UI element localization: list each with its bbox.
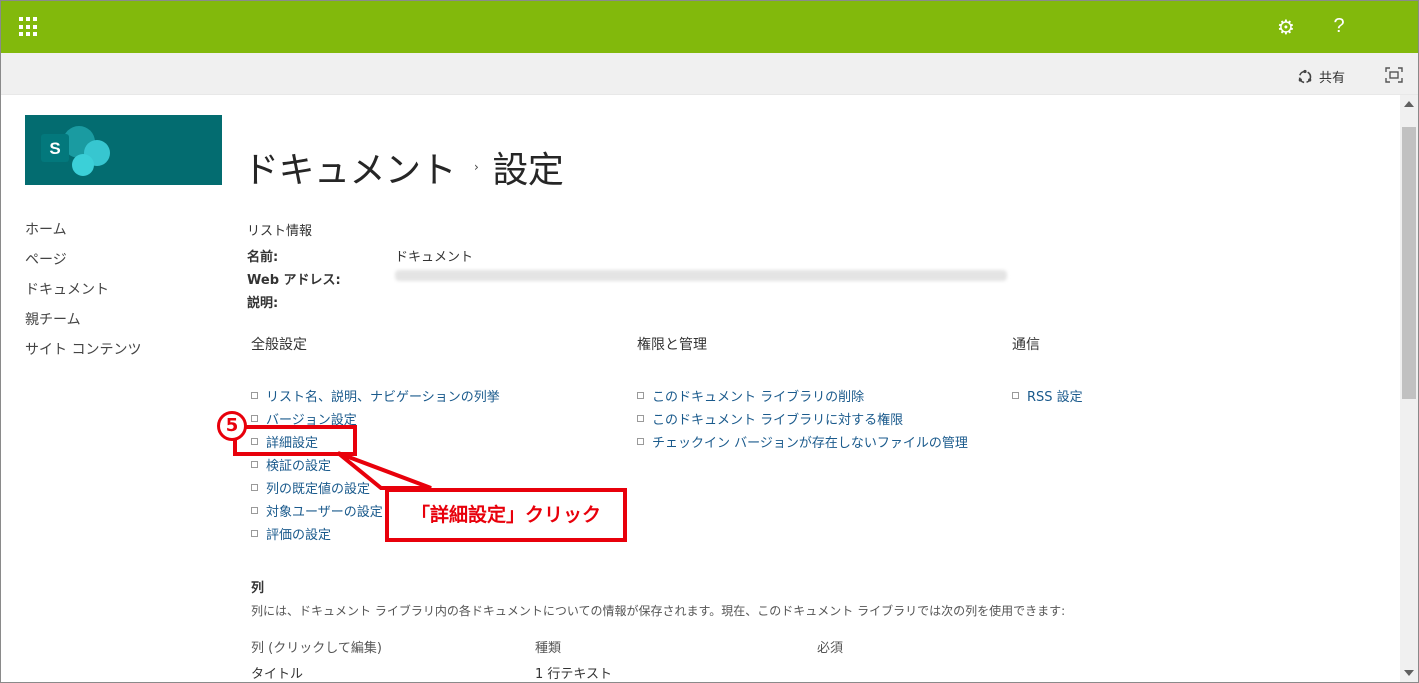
column-header-required: 必須	[817, 641, 844, 656]
column-header-name: 列 (クリックして編集)	[251, 641, 382, 656]
columns-description: 列には、ドキュメント ライブラリ内の各ドキュメントについての情報が保存されます。…	[251, 604, 1066, 618]
callout-pointer	[336, 451, 625, 496]
callout-label: 「詳細設定」クリック	[385, 488, 627, 542]
step-badge: 5	[217, 411, 247, 441]
sharepoint-window: ⚙ ? 共有 S ホーム ページ ドキュメント 親チーム サイト コンテンツ ド…	[0, 0, 1419, 683]
column-row-title-name[interactable]: タイトル	[251, 663, 303, 682]
highlight-box	[233, 425, 357, 456]
columns-heading: 列	[251, 581, 265, 596]
column-row-title-type: 1 行テキスト	[535, 667, 613, 682]
column-header-type: 種類	[535, 641, 562, 656]
